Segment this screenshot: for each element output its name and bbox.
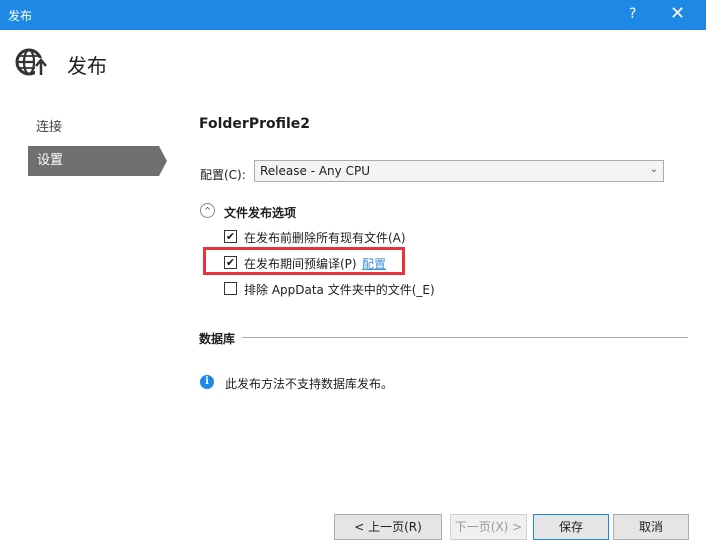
previous-button[interactable]: < 上一页(R) bbox=[334, 514, 442, 540]
sidebar-item-settings[interactable]: 设置 bbox=[28, 146, 167, 176]
sidebar-item-label: 连接 bbox=[36, 120, 63, 135]
config-dropdown[interactable]: Release - Any CPU ⌄ bbox=[254, 160, 664, 182]
next-button[interactable]: 下一页(X) > bbox=[450, 514, 527, 540]
info-icon: i bbox=[200, 375, 214, 389]
close-button[interactable]: ✕ bbox=[670, 3, 685, 24]
sidebar-item-connection[interactable]: 连接 bbox=[28, 113, 156, 143]
config-dropdown-value: Release - Any CPU bbox=[260, 164, 370, 178]
checkbox-unchecked[interactable] bbox=[224, 282, 237, 295]
checkbox-checked[interactable]: ✔ bbox=[224, 230, 237, 243]
section-divider bbox=[242, 337, 688, 338]
window-title: 发布 bbox=[8, 9, 33, 23]
help-button[interactable]: ? bbox=[629, 6, 636, 22]
profile-name: FolderProfile2 bbox=[199, 116, 311, 132]
database-section-title: 数据库 bbox=[199, 332, 236, 346]
sidebar-item-label: 设置 bbox=[37, 153, 64, 168]
title-bar: 发布 ? ✕ bbox=[0, 0, 706, 30]
option-label: 排除 AppData 文件夹中的文件(_E) bbox=[244, 283, 435, 297]
file-options-title: 文件发布选项 bbox=[224, 206, 297, 220]
database-info-text: 此发布方法不支持数据库发布。 bbox=[225, 377, 394, 391]
active-indicator-arrow bbox=[159, 146, 167, 176]
option-label: 在发布前删除所有现有文件(A) bbox=[244, 231, 406, 245]
config-label: 配置(C): bbox=[200, 168, 246, 182]
highlight-box bbox=[203, 247, 405, 275]
save-button[interactable]: 保存 bbox=[533, 514, 609, 540]
collapse-chevron-up-icon[interactable]: ^ bbox=[200, 203, 215, 218]
chevron-down-icon: ⌄ bbox=[649, 164, 658, 175]
globe-publish-icon bbox=[15, 48, 47, 76]
page-title: 发布 bbox=[67, 54, 107, 78]
cancel-button[interactable]: 取消 bbox=[613, 514, 689, 540]
